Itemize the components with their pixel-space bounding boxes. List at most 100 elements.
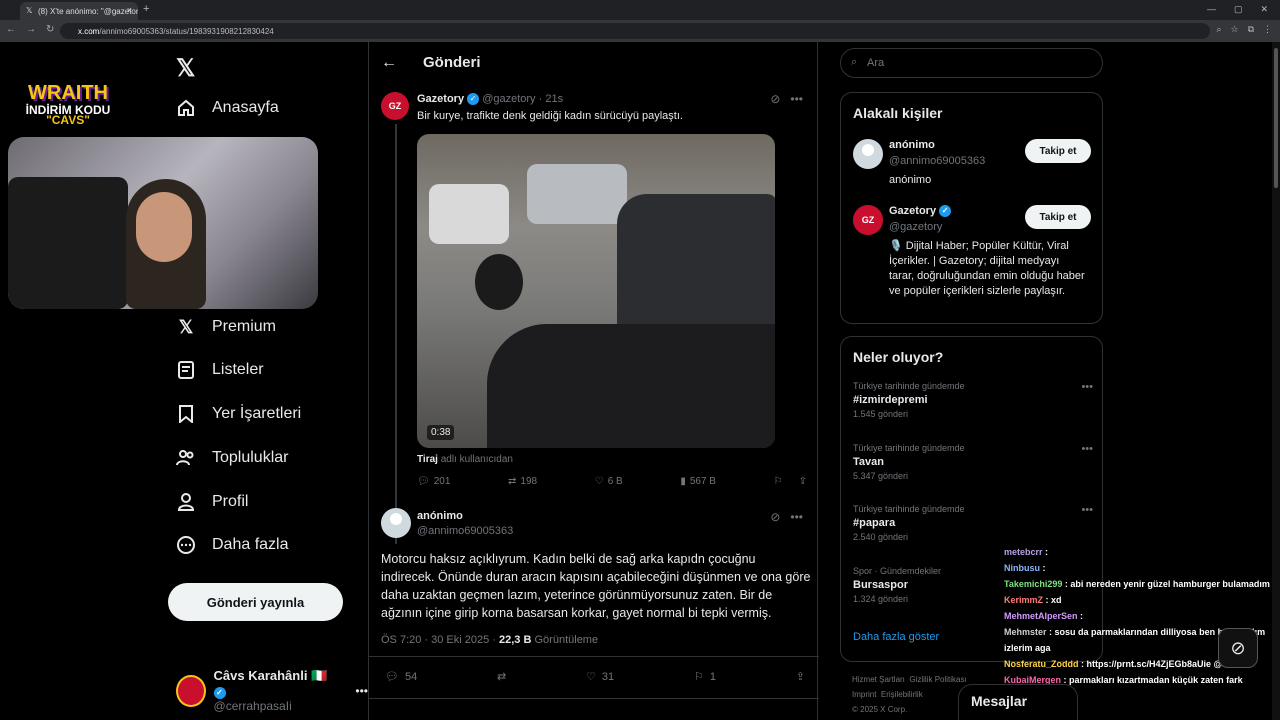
page-scrollbar[interactable]	[1272, 42, 1280, 720]
x-favicon-icon: 𝕏	[26, 6, 33, 15]
trend-count: 5.347 gönderi	[853, 471, 909, 481]
avatar[interactable]	[381, 508, 411, 538]
browser-tab[interactable]: 𝕏 (8) X'te anónimo: "@gazetory B ×	[20, 2, 138, 20]
messages-drawer[interactable]: Mesajlar	[958, 684, 1078, 720]
chat-user: MehmetAlperSen	[1004, 611, 1078, 621]
tab-title: (8) X'te anónimo: "@gazetory B	[38, 7, 138, 16]
footer-link[interactable]: Erişilebilirlik	[881, 690, 923, 699]
reply-button[interactable]: 💬︎ 54	[385, 670, 418, 684]
post-author-name[interactable]: anónimo	[417, 510, 463, 522]
toolbar-icons: ⌕ ☆ ⧉ ⋮	[1216, 24, 1272, 35]
star-icon[interactable]: ☆	[1230, 24, 1238, 35]
window-controls: — ▢ ✕	[1195, 0, 1280, 19]
webcam-overlay	[8, 137, 318, 309]
webcam-chair	[8, 177, 128, 309]
more-dots-icon[interactable]: •••	[790, 92, 803, 106]
grok-icon[interactable]: ⊘	[770, 510, 780, 524]
media-tag-user[interactable]: Tiraj	[417, 454, 438, 465]
video-car-silver	[527, 164, 627, 224]
reply-icon: 💬︎	[417, 476, 430, 487]
minimize-icon[interactable]: —	[1207, 4, 1216, 15]
heart-icon: ♡	[594, 476, 604, 487]
share-button[interactable]: ⇪	[796, 670, 805, 683]
back-arrow-icon[interactable]: ←	[381, 54, 397, 72]
trend-item[interactable]: Türkiye tarihinde gündemde Tavan 5.347 gön…	[853, 443, 1093, 481]
trend-context: Türkiye tarihinde gündemde	[853, 443, 965, 453]
views-label: Görüntüleme	[534, 634, 599, 646]
reply-button[interactable]: 💬︎ 201	[417, 476, 450, 487]
nav-buttons: ← → ↻	[6, 24, 54, 35]
sidebar-item-profile[interactable]: Profil	[176, 492, 248, 512]
post-time[interactable]: ÖS 7:20 · 30 Eki 2025 ·	[381, 634, 496, 646]
verified-icon: ✓	[939, 205, 952, 218]
profile-icon	[176, 492, 196, 512]
bookmark-icon	[176, 404, 196, 424]
more-dots-icon[interactable]: •••	[1081, 504, 1093, 516]
sidebar-item-lists[interactable]: Listeler	[176, 360, 264, 380]
post-meta: ÖS 7:20 · 30 Eki 2025 · 22,3 B Görüntüle…	[381, 634, 598, 646]
search-input[interactable]: ⌕ Ara	[840, 48, 1103, 78]
grok-button-icon[interactable]: ⊘	[1218, 628, 1258, 668]
post-button[interactable]: Gönderi yayınla	[168, 583, 343, 621]
video-handlebar	[487, 324, 775, 448]
post-video[interactable]: 0:38	[417, 134, 775, 448]
bookmark-button[interactable]: ⚐ ⇪	[774, 476, 807, 487]
sidebar-item-more[interactable]: Daha fazla	[176, 535, 289, 555]
url-path: /annimo69005363/status/19839319082128304…	[99, 27, 274, 36]
more-dots-icon[interactable]: •••	[790, 510, 803, 524]
show-more-link[interactable]: Daha fazla göster	[853, 631, 939, 643]
sidebar-item-communities[interactable]: Topluluklar	[176, 448, 288, 468]
trend-item[interactable]: Türkiye tarihinde gündemde #izmirdepremi 1…	[853, 381, 1093, 419]
search-placeholder: Ara	[867, 57, 885, 69]
divider	[369, 656, 819, 657]
more-dots-icon[interactable]: •••	[355, 684, 368, 698]
account-name: Câvs Karahânli 🇮🇹	[213, 668, 328, 683]
account-switcher[interactable]: Câvs Karahânli 🇮🇹 ✓ @cerrahpasaIi •••	[176, 668, 368, 713]
more-dots-icon[interactable]: •••	[1081, 381, 1093, 393]
post-text: Bir kurye, trafikte denk geldiği kadın s…	[417, 110, 683, 122]
repost-icon: ⇄	[508, 476, 517, 487]
views-button[interactable]: ▮ 567 B	[680, 476, 716, 487]
sidebar-item-home[interactable]: Anasayfa	[176, 98, 279, 118]
new-tab-icon[interactable]: +	[143, 3, 149, 15]
bookmark-icon: ⚐	[773, 476, 783, 487]
reply-count: 54	[404, 670, 418, 683]
close-window-icon[interactable]: ✕	[1260, 4, 1268, 15]
share-icon[interactable]: ⇪	[799, 476, 807, 487]
footer-link[interactable]: Gizlilik Politikası	[909, 675, 966, 684]
sidebar-item-premium[interactable]: 𝕏 Premium	[176, 317, 276, 337]
main-post-actions: 💬︎ 54 ⇄ ♡ 31 ⚐ 1 ⇪	[385, 670, 805, 684]
x-logo-icon[interactable]: 𝕏	[176, 54, 195, 83]
zoom-icon[interactable]: ⌕	[1216, 24, 1221, 35]
reload-icon[interactable]: ↻	[46, 24, 54, 35]
repost-button[interactable]: ⇄	[497, 670, 506, 683]
video-car-dark	[617, 194, 775, 334]
footer-link[interactable]: Hizmet Şartları	[852, 675, 905, 684]
chart-icon: ▮	[680, 476, 686, 487]
page-title: Gönderi	[423, 54, 481, 71]
follow-button[interactable]: Takip et	[1025, 139, 1091, 163]
back-nav-icon[interactable]: ←	[6, 24, 16, 35]
more-dots-icon[interactable]: •••	[1081, 443, 1093, 455]
bookmark-button[interactable]: ⚐ 1	[694, 670, 716, 684]
repost-button[interactable]: ⇄ 198	[508, 476, 537, 487]
menu-icon[interactable]: ⋮	[1263, 24, 1272, 35]
maximize-icon[interactable]: ▢	[1234, 4, 1243, 15]
trend-item[interactable]: Türkiye tarihinde gündemde #papara 2.540 g…	[853, 504, 1093, 542]
post-author-handle[interactable]: @annimo69005363	[417, 525, 513, 537]
address-bar[interactable]: x.com/annimo69005363/status/198393190821…	[60, 23, 1210, 39]
follow-button[interactable]: Takip et	[1025, 205, 1091, 229]
grok-icon[interactable]: ⊘	[770, 92, 780, 106]
extensions-icon[interactable]: ⧉	[1248, 24, 1254, 35]
sponsor-brand: WRAITH	[28, 82, 108, 104]
footer-link[interactable]: Imprint	[852, 690, 876, 699]
close-tab-icon[interactable]: ×	[127, 5, 132, 15]
url-host: x.com	[78, 27, 100, 36]
forward-nav-icon[interactable]: →	[26, 24, 36, 35]
like-button[interactable]: ♡ 6 B	[595, 476, 623, 487]
person-bio: anónimo	[889, 174, 932, 186]
chat-msg: abi nereden yenir güzel hamburger bulama…	[1070, 579, 1270, 589]
like-button[interactable]: ♡ 31	[586, 670, 614, 684]
sidebar-item-bookmarks[interactable]: Yer İşaretleri	[176, 404, 301, 424]
video-duration: 0:38	[427, 425, 455, 440]
